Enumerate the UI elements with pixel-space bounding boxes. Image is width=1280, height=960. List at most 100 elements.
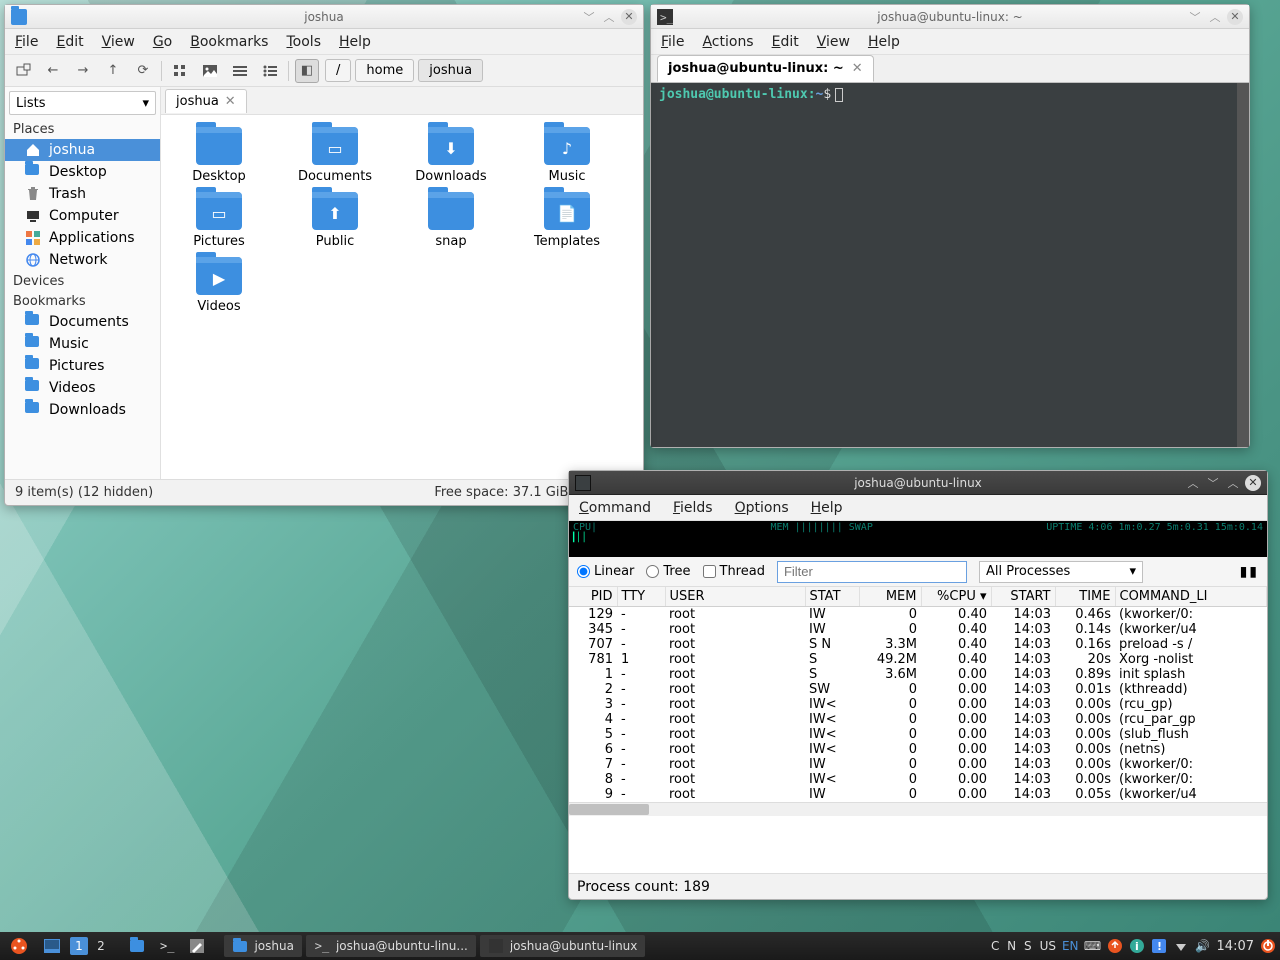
fm-menu-bookmarks[interactable]: Bookmarks — [190, 34, 268, 50]
process-row[interactable]: 9-rootIW00.0014:030.05s(kworker/u4 — [569, 787, 1267, 802]
fm-menu-file[interactable]: File — [15, 34, 38, 50]
sidebar-item-desktop[interactable]: Desktop — [5, 161, 160, 183]
new-tab-button[interactable] — [11, 59, 35, 83]
sidebar-item-joshua[interactable]: joshua — [5, 139, 160, 161]
sidebar-mode-combo[interactable]: Lists▾ — [9, 91, 156, 115]
term-menu-help[interactable]: Help — [868, 34, 900, 50]
sidebar-item-computer[interactable]: Computer — [5, 205, 160, 227]
sidebar-item-network[interactable]: Network — [5, 249, 160, 271]
clock[interactable]: 14:07 — [1217, 939, 1254, 954]
close-icon[interactable]: ✕ — [225, 94, 236, 109]
col-start[interactable]: START — [991, 587, 1055, 607]
folder-downloads[interactable]: ⬇Downloads — [401, 127, 501, 184]
info-icon[interactable]: ! — [1151, 938, 1167, 954]
compact-view-button[interactable] — [228, 59, 252, 83]
taskbar-task[interactable]: joshua@ubuntu-linux — [480, 935, 646, 957]
fm-tab[interactable]: joshua✕ — [165, 89, 247, 113]
shade-button[interactable]: ︿ — [1185, 475, 1201, 491]
bookmark-downloads[interactable]: Downloads — [5, 399, 160, 421]
up-button[interactable]: ↑ — [101, 59, 125, 83]
list-view-button[interactable] — [258, 59, 282, 83]
fm-menu-edit[interactable]: Edit — [56, 34, 83, 50]
process-row[interactable]: 8-rootIW<00.0014:030.00s(kworker/0: — [569, 772, 1267, 787]
taskbar-task[interactable]: joshua — [224, 935, 302, 957]
process-row[interactable]: 6-rootIW<00.0014:030.00s(netns) — [569, 742, 1267, 757]
bookmark-pictures[interactable]: Pictures — [5, 355, 160, 377]
terminal-content[interactable]: joshua@ubuntu-linux:~$ — [651, 83, 1249, 447]
folder-public[interactable]: ⬆Public — [285, 192, 385, 249]
col-tty[interactable]: TTY — [617, 587, 665, 607]
col-stat[interactable]: STAT — [805, 587, 859, 607]
process-row[interactable]: 7811rootS49.2M0.4014:0320sXorg -nolist — [569, 652, 1267, 667]
pause-button[interactable]: ▮▮ — [1240, 564, 1259, 580]
path-segment[interactable]: joshua — [418, 59, 483, 82]
power-icon[interactable] — [1260, 938, 1276, 954]
fm-menu-view[interactable]: View — [102, 34, 135, 50]
term-menu-actions[interactable]: Actions — [702, 34, 753, 50]
folder-videos[interactable]: ▶Videos — [169, 257, 269, 314]
launcher-terminal[interactable]: >_ — [154, 935, 180, 957]
term-tab[interactable]: joshua@ubuntu-linux: ~✕ — [657, 55, 874, 82]
term-titlebar[interactable]: >_ joshua@ubuntu-linux: ~ ﹀ ︿ ✕ — [651, 5, 1249, 29]
process-selector[interactable]: All Processes▾ — [979, 561, 1143, 583]
sidebar-item-trash[interactable]: Trash — [5, 183, 160, 205]
close-button[interactable]: ✕ — [621, 9, 637, 25]
minimize-button[interactable]: ﹀ — [581, 9, 597, 25]
launcher-editor[interactable] — [184, 935, 210, 957]
minimize-button[interactable]: ﹀ — [1205, 475, 1221, 491]
pm-titlebar[interactable]: joshua@ubuntu-linux ︿ ﹀ ︿ ✕ — [569, 471, 1267, 495]
sidebar-item-applications[interactable]: Applications — [5, 227, 160, 249]
keyboard-icon[interactable]: ⌨ — [1085, 938, 1101, 954]
lang-indicator[interactable]: EN — [1062, 939, 1079, 953]
folder-documents[interactable]: ▭Documents — [285, 127, 385, 184]
forward-button[interactable]: → — [71, 59, 95, 83]
process-row[interactable]: 345-rootIW00.4014:030.14s(kworker/u4 — [569, 622, 1267, 637]
col-cpu[interactable]: %CPU ▾ — [921, 587, 991, 607]
view-linear-radio[interactable]: Linear — [577, 564, 634, 579]
col-pid[interactable]: PID — [569, 587, 617, 607]
filter-input[interactable] — [777, 561, 967, 583]
folder-pictures[interactable]: ▭Pictures — [169, 192, 269, 249]
fm-icon-view[interactable]: Desktop ▭Documents ⬇Downloads ♪Music ▭Pictur… — [161, 115, 643, 479]
path-toggle-button[interactable]: ◧ — [295, 59, 319, 83]
icon-view-button[interactable] — [168, 59, 192, 83]
col-time[interactable]: TIME — [1055, 587, 1115, 607]
process-row[interactable]: 3-rootIW<00.0014:030.00s(rcu_gp) — [569, 697, 1267, 712]
path-segment[interactable]: / — [325, 59, 351, 82]
close-button[interactable]: ✕ — [1245, 475, 1261, 491]
term-menu-view[interactable]: View — [817, 34, 850, 50]
process-row[interactable]: 5-rootIW<00.0014:030.00s(slub_flush — [569, 727, 1267, 742]
minimize-button[interactable]: ﹀ — [1187, 9, 1203, 25]
launcher-files[interactable] — [124, 935, 150, 957]
show-desktop-button[interactable] — [38, 935, 66, 957]
maximize-button[interactable]: ︿ — [1207, 9, 1223, 25]
reload-button[interactable]: ⟳ — [131, 59, 155, 83]
folder-music[interactable]: ♪Music — [517, 127, 617, 184]
process-row[interactable]: 4-rootIW<00.0014:030.00s(rcu_par_gp — [569, 712, 1267, 727]
app-menu-button[interactable] — [4, 935, 34, 957]
bookmark-documents[interactable]: Documents — [5, 311, 160, 333]
keyboard-indicator[interactable]: US — [1040, 939, 1056, 953]
workspace-1[interactable]: 1 — [70, 937, 88, 955]
bookmark-videos[interactable]: Videos — [5, 377, 160, 399]
taskbar-task[interactable]: >_joshua@ubuntu-linu... — [306, 935, 476, 957]
maximize-button[interactable]: ︿ — [601, 9, 617, 25]
folder-desktop[interactable]: Desktop — [169, 127, 269, 184]
horizontal-scrollbar[interactable] — [569, 802, 1267, 816]
volume-icon[interactable]: 🔊 — [1195, 938, 1211, 954]
folder-snap[interactable]: snap — [401, 192, 501, 249]
fm-menu-go[interactable]: Go — [153, 34, 172, 50]
pm-menu-fields[interactable]: Fields — [673, 500, 713, 516]
process-row[interactable]: 7-rootIW00.0014:030.00s(kworker/0: — [569, 757, 1267, 772]
thumbnail-view-button[interactable] — [198, 59, 222, 83]
bookmark-music[interactable]: Music — [5, 333, 160, 355]
pm-menu-command[interactable]: Command — [579, 500, 651, 516]
col-command_li[interactable]: COMMAND_LI — [1115, 587, 1267, 607]
network-icon[interactable] — [1173, 938, 1189, 954]
pm-menu-help[interactable]: Help — [811, 500, 843, 516]
term-menu-edit[interactable]: Edit — [772, 34, 799, 50]
folder-templates[interactable]: 📄Templates — [517, 192, 617, 249]
col-user[interactable]: USER — [665, 587, 805, 607]
update-icon[interactable] — [1107, 938, 1123, 954]
process-row[interactable]: 1-rootS3.6M0.0014:030.89sinit splash — [569, 667, 1267, 682]
